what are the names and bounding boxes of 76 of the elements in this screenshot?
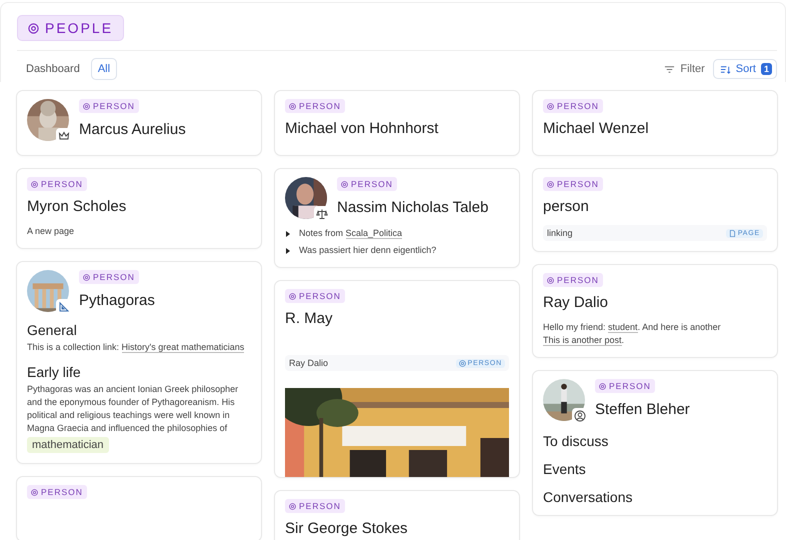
- at-icon: [31, 180, 38, 188]
- section-heading: Events: [543, 461, 587, 477]
- at-icon: [289, 102, 296, 110]
- linked-page-title: linking: [547, 228, 573, 238]
- at-icon: [83, 274, 90, 280]
- sort-icon: [720, 64, 731, 74]
- paragraph: This is a collection link: History's great mathematicians: [27, 341, 246, 354]
- at-icon: [289, 292, 296, 300]
- person-card[interactable]: PERSON Michael von Hohnhorst: [274, 90, 520, 156]
- section-heading: Early life: [27, 364, 82, 380]
- person-card[interactable]: [16, 261, 262, 464]
- bullet-text: Notes from Scala_Politica: [299, 227, 402, 240]
- card-title: Pythagoras: [79, 292, 155, 309]
- inline-link[interactable]: This is another post: [543, 335, 622, 346]
- toggle-triangle-icon[interactable]: [285, 248, 291, 254]
- type-tag: PERSON: [285, 99, 345, 113]
- type-tag: PERSON: [543, 273, 603, 287]
- view-tab[interactable]: Dashboard: [17, 58, 87, 80]
- card-title: person: [543, 198, 590, 215]
- collection-title: PEOPLE: [17, 15, 124, 41]
- card-title: Marcus Aurelius: [79, 121, 186, 138]
- type-tag: PERSON: [79, 99, 139, 113]
- at-icon: [28, 22, 39, 34]
- person-card[interactable]: PERSON Steffen Bleher To discuss Events Conversations: [532, 370, 778, 516]
- paragraph: A new page: [27, 225, 76, 238]
- count-badge: 1: [760, 63, 772, 75]
- at-icon: [547, 102, 554, 110]
- type-tag: PERSON: [337, 177, 397, 191]
- section-heading: General: [27, 322, 78, 338]
- filter-icon: [664, 64, 676, 74]
- person-card[interactable]: PERSON: [16, 476, 262, 540]
- inline-link[interactable]: Scala_Politica: [346, 228, 402, 239]
- card-title: Ray Dalio: [543, 294, 610, 311]
- inline-link[interactable]: History's great mathematicians: [122, 342, 244, 353]
- type-tag: PERSON: [595, 379, 655, 393]
- type-tag: PERSON: [27, 177, 87, 191]
- person-card[interactable]: PERSON Sir George Stokes: [274, 490, 520, 540]
- sort-button[interactable]: Sort 1: [712, 59, 777, 79]
- card-title: Michael Wenzel: [543, 120, 650, 137]
- person-card[interactable]: PERSON Ray Dalio Hello my friend: student. And here is another This is another post.: [532, 264, 778, 358]
- at-icon: [599, 382, 606, 390]
- paragraph: Pythagoras was an ancient Ionian Greek philosopher and the eponymous founder of Pythagoreanism. His political and religious teachings were well known in Magna Graecia and influenced the philosophies of: [27, 383, 240, 435]
- person-card[interactable]: PERSON Myron Scholes A new page: [16, 168, 262, 249]
- card-title: Steffen Bleher: [595, 401, 690, 418]
- at-icon: [83, 102, 90, 110]
- type-tag: PERSON: [543, 177, 603, 191]
- section-heading: To discuss: [543, 433, 610, 449]
- linked-page-title: Ray Dalio: [289, 358, 328, 368]
- type-tag: PERSON: [27, 485, 87, 499]
- at-icon: [547, 180, 554, 188]
- type-tag: PERSON: [79, 270, 139, 284]
- type-tag: PERSON: [285, 499, 345, 513]
- at-icon: [31, 488, 38, 496]
- page-icon: [728, 230, 736, 236]
- person-card[interactable]: PERSON Michael Wenzel: [532, 90, 778, 156]
- bullet-text: Was passiert hier denn eigentlich?: [299, 244, 436, 257]
- inline-link[interactable]: student: [608, 322, 638, 333]
- toggle-triangle-icon[interactable]: [285, 230, 291, 236]
- person-card[interactable]: PERSON Marcus Aurelius: [16, 90, 262, 156]
- view-tab[interactable]: All: [90, 58, 118, 80]
- type-tag: PERSON: [285, 289, 345, 303]
- at-icon: [547, 276, 554, 284]
- card-title: Myron Scholes: [27, 198, 128, 215]
- at-icon: [289, 502, 296, 510]
- type-tag: PERSON: [543, 99, 603, 113]
- card-title: Michael von Hohnhorst: [285, 120, 440, 137]
- card-title: Nassim Nicholas Taleb: [337, 199, 488, 216]
- filter-button[interactable]: Filter: [664, 63, 705, 75]
- at-icon: [341, 180, 348, 188]
- highlight-tag: mathematician: [27, 437, 109, 453]
- section-heading: Conversations: [543, 489, 634, 505]
- card-title: R. May: [285, 310, 334, 327]
- at-icon: [458, 360, 466, 366]
- person-card[interactable]: PERSON Nassim Nicholas Taleb Notes from Scala_Politica Was passiert hier denn eigentlich?: [274, 168, 520, 268]
- paragraph: Hello my friend: student. And here is another This is another post.: [543, 321, 722, 347]
- card-title: Sir George Stokes: [285, 520, 409, 537]
